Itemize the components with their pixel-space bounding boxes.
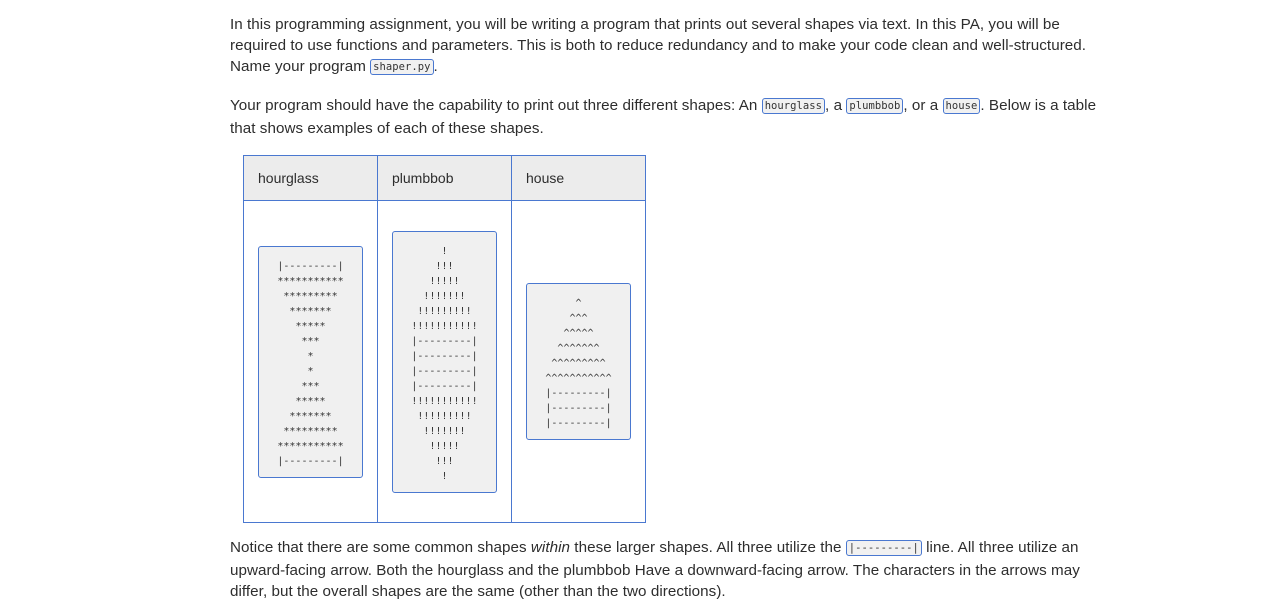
cell-plumbbob: ! !!! !!!!! !!!!!!! !!!!!!!!! !!!!!!!!!!…: [377, 200, 512, 523]
intro-paragraph-2: Your program should have the capability …: [230, 95, 1110, 139]
outro-paragraph: Notice that there are some common shapes…: [230, 537, 1110, 602]
hourglass-shape: |---------| *********** ********* ******…: [258, 245, 363, 478]
text: , a: [825, 97, 847, 114]
plumbbob-shape: ! !!! !!!!! !!!!!!! !!!!!!!!! !!!!!!!!!!…: [392, 230, 497, 493]
intro-text: In this programming assignment, you will…: [230, 16, 1087, 75]
header-house: house: [511, 155, 646, 201]
shapes-table: hourglass plumbbob house |---------| ***…: [243, 155, 646, 523]
hourglass-code: hourglass: [761, 98, 826, 114]
header-hourglass: hourglass: [243, 155, 378, 201]
intro-period: .: [433, 58, 438, 75]
header-plumbbob: plumbbob: [377, 155, 512, 201]
house-code: house: [942, 98, 981, 114]
intro-paragraph-1: In this programming assignment, you will…: [230, 14, 1110, 79]
text: Notice that there are some common shapes: [230, 539, 531, 556]
text: these larger shapes. All three utilize t…: [570, 539, 846, 556]
table-header-row: hourglass plumbbob house: [243, 155, 646, 201]
emphasis: within: [530, 539, 571, 556]
assignment-content: In this programming assignment, you will…: [230, 14, 1110, 602]
line-code: |---------|: [845, 540, 922, 556]
filename-code: shaper.py: [370, 59, 434, 75]
text: , or a: [903, 97, 943, 114]
plumbbob-code: plumbbob: [846, 98, 904, 114]
cell-house: ^ ^^^ ^^^^^ ^^^^^^^ ^^^^^^^^^ ^^^^^^^^^^…: [511, 200, 646, 523]
table-row: |---------| *********** ********* ******…: [243, 200, 646, 523]
house-shape: ^ ^^^ ^^^^^ ^^^^^^^ ^^^^^^^^^ ^^^^^^^^^^…: [526, 283, 631, 440]
cell-hourglass: |---------| *********** ********* ******…: [243, 200, 378, 523]
text: Your program should have the capability …: [230, 97, 762, 114]
